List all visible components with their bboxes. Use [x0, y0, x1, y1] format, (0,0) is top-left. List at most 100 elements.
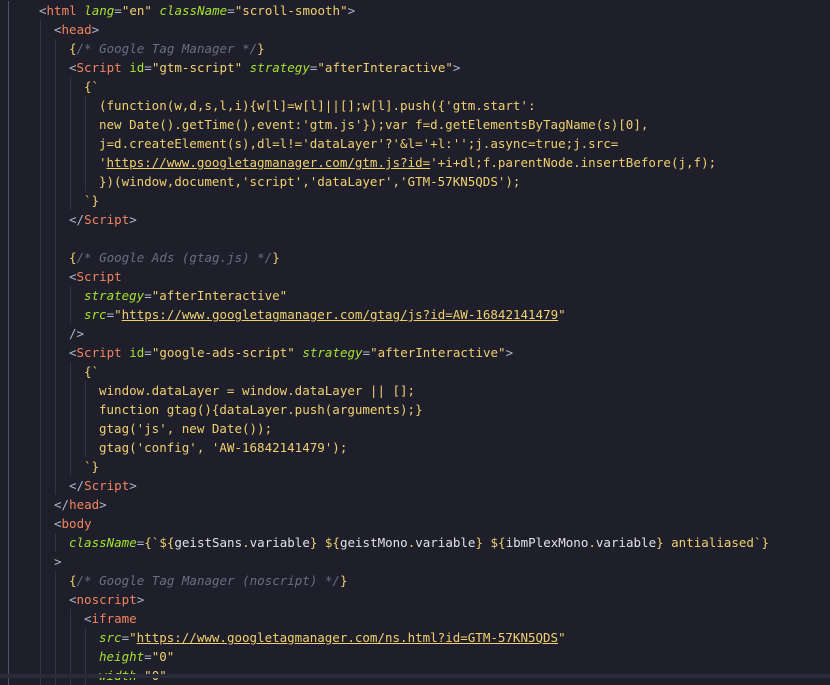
indent-guide — [40, 400, 41, 419]
code-line[interactable]: > — [0, 552, 830, 571]
indent-guide — [55, 381, 56, 400]
code-text: src="https://www.googletagmanager.com/gt… — [84, 305, 566, 324]
code-editor[interactable]: <html lang="en" className="scroll-smooth… — [0, 0, 830, 685]
code-token: head — [61, 22, 92, 37]
code-token: id — [129, 345, 145, 360]
code-text: </Script> — [69, 210, 137, 229]
code-text: className={`${geistSans.variable} ${geis… — [69, 533, 769, 552]
indent-guide — [55, 590, 56, 609]
code-text: `} — [84, 191, 99, 210]
code-text: {/* Google Tag Manager */} — [69, 39, 265, 58]
indent-guide — [55, 286, 56, 305]
code-line[interactable]: window.dataLayer = window.dataLayer || [… — [0, 381, 830, 400]
code-token: function gtag(){dataLayer.push(arguments… — [99, 402, 423, 417]
code-line[interactable]: <Script id="google-ads-script" strategy=… — [0, 343, 830, 362]
code-text: <head> — [54, 20, 99, 39]
code-line[interactable]: <noscript> — [0, 590, 830, 609]
code-line[interactable]: {/* Google Ads (gtag.js) */} — [0, 248, 830, 267]
code-token: gtag('config', 'AW-16842141479'); — [99, 440, 348, 455]
code-text: {` — [84, 362, 99, 381]
code-token: } — [91, 193, 100, 208]
code-token: " — [114, 307, 122, 322]
indent-guide — [55, 153, 56, 172]
indent-guide — [70, 134, 71, 153]
code-line[interactable]: {/* Google Tag Manager (noscript) */} — [0, 571, 830, 590]
code-token: = — [106, 307, 115, 322]
code-token: ibmPlexMono — [505, 535, 589, 550]
code-token: . — [242, 535, 250, 550]
indent-guide — [8, 229, 9, 248]
code-line[interactable]: className={`${geistSans.variable} ${geis… — [0, 533, 830, 552]
code-line[interactable]: strategy="afterInteractive" — [0, 286, 830, 305]
code-token: > — [505, 345, 514, 360]
code-token: ` — [84, 193, 92, 208]
code-line[interactable]: new Date().getTime(),event:'gtm.js'});va… — [0, 115, 830, 134]
code-line[interactable]: /> — [0, 324, 830, 343]
code-token: } — [339, 573, 348, 588]
code-line[interactable] — [0, 229, 830, 248]
code-line[interactable]: `} — [0, 457, 830, 476]
code-token: " — [129, 630, 137, 645]
code-line[interactable]: gtag('config', 'AW-16842141479'); — [0, 438, 830, 457]
indent-guide — [8, 210, 9, 229]
code-line[interactable]: {` — [0, 362, 830, 381]
code-line[interactable]: height="0" — [0, 647, 830, 666]
indent-guide — [8, 267, 9, 286]
indent-guide — [55, 267, 56, 286]
indent-guide — [70, 647, 71, 666]
code-line[interactable]: src="https://www.googletagmanager.com/ns… — [0, 628, 830, 647]
code-line[interactable]: src="https://www.googletagmanager.com/gt… — [0, 305, 830, 324]
indent-guide — [8, 647, 9, 666]
indent-guide — [8, 343, 9, 362]
indent-guide — [8, 571, 9, 590]
code-line[interactable]: function gtag(){dataLayer.push(arguments… — [0, 400, 830, 419]
code-line[interactable]: <Script id="gtm-script" strategy="afterI… — [0, 58, 830, 77]
code-line[interactable]: {` — [0, 77, 830, 96]
code-line[interactable]: </head> — [0, 495, 830, 514]
code-line[interactable]: <iframe — [0, 609, 830, 628]
code-token: "google-ads-script" — [151, 345, 295, 360]
code-text: strategy="afterInteractive" — [84, 286, 287, 305]
code-line[interactable]: `} — [0, 191, 830, 210]
code-text: </Script> — [69, 476, 137, 495]
code-token: ' — [99, 155, 107, 170]
indent-guide — [8, 362, 9, 381]
code-token: new Date().getTime(),event:'gtm.js'});va… — [99, 117, 649, 132]
indent-guide — [70, 153, 71, 172]
code-line[interactable]: <Script — [0, 267, 830, 286]
code-token: variable — [249, 535, 310, 550]
indent-guide — [55, 628, 56, 647]
code-token: Script — [76, 345, 122, 360]
indent-guide — [55, 476, 56, 495]
code-text: new Date().getTime(),event:'gtm.js'});va… — [99, 115, 648, 134]
code-token: } — [761, 535, 769, 550]
code-line[interactable]: <head> — [0, 20, 830, 39]
code-line[interactable]: <html lang="en" className="scroll-smooth… — [0, 1, 830, 20]
indent-guide — [40, 362, 41, 381]
code-line[interactable]: j=d.createElement(s),dl=l!='dataLayer'?'… — [0, 134, 830, 153]
code-token: variable — [595, 535, 657, 550]
code-line[interactable]: gtag('js', new Date()); — [0, 419, 830, 438]
code-line[interactable]: <body — [0, 514, 830, 533]
indent-guide — [70, 286, 71, 305]
code-text: <Script — [69, 267, 122, 286]
code-text: > — [54, 552, 62, 571]
code-token: ` — [84, 459, 92, 474]
code-line[interactable]: (function(w,d,s,l,i){w[l]=w[l]||[];w[l].… — [0, 96, 830, 115]
indent-guide — [55, 77, 56, 96]
code-line[interactable]: {/* Google Tag Manager */} — [0, 39, 830, 58]
code-line[interactable]: </Script> — [0, 210, 830, 229]
code-token: < — [54, 516, 62, 531]
indent-guide — [40, 571, 41, 590]
code-token: id — [129, 60, 145, 75]
code-line[interactable]: 'https://www.googletagmanager.com/gtm.js… — [0, 153, 830, 172]
code-line[interactable]: </Script> — [0, 476, 830, 495]
indent-guide — [8, 58, 9, 77]
indent-guide — [55, 324, 56, 343]
code-line[interactable]: })(window,document,'script','dataLayer',… — [0, 172, 830, 191]
indent-guide — [40, 229, 41, 248]
indent-guide — [40, 438, 41, 457]
code-token: className — [69, 535, 137, 550]
indent-guide — [8, 115, 9, 134]
code-token: strategy — [249, 60, 310, 75]
